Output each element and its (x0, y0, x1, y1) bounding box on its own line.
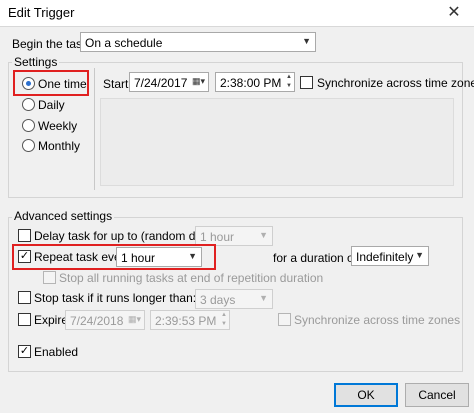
radio-monthly-label: Monthly (38, 139, 81, 153)
radio-one-time-label: One time (38, 77, 87, 91)
stop-running-label: Stop all running tasks at end of repetit… (59, 271, 324, 285)
spinner-up-icon[interactable]: ▲ (284, 73, 294, 82)
stop-longer-checkbox[interactable] (18, 291, 31, 304)
expire-checkbox[interactable] (18, 313, 31, 326)
spinner-down-icon[interactable]: ▼ (284, 82, 294, 91)
repeat-interval-select[interactable]: 1 hour ▼ (116, 247, 202, 267)
advanced-group-label: Advanced settings (12, 209, 115, 223)
duration-select[interactable]: Indefinitely ▼ (351, 246, 429, 266)
expire-time-value: 2:39:53 PM (155, 314, 217, 328)
calendar-icon: ▦▾ (127, 314, 141, 324)
sync-time-zones-label: Synchronize across time zones (317, 76, 474, 90)
chevron-down-icon: ▼ (415, 250, 424, 260)
spinner-down-icon[interactable]: ▼ (219, 320, 229, 329)
cancel-button[interactable]: Cancel (405, 383, 469, 407)
chevron-down-icon: ▼ (259, 293, 268, 303)
chevron-down-icon: ▼ (302, 36, 311, 46)
window-title: Edit Trigger (8, 5, 75, 20)
stop-longer-label: Stop task if it runs longer than: (34, 291, 197, 305)
stop-longer-value: 3 days (200, 293, 236, 307)
chevron-down-icon: ▼ (188, 251, 197, 261)
repeat-checkbox[interactable]: ✓ (18, 250, 31, 263)
radio-daily[interactable] (22, 98, 35, 111)
calendar-icon: ▦▾ (191, 76, 205, 86)
radio-weekly[interactable] (22, 119, 35, 132)
expire-date-value: 7/24/2018 (70, 314, 124, 328)
settings-group-label: Settings (12, 55, 60, 69)
duration-label: for a duration of: (273, 251, 361, 265)
repeat-interval-value: 1 hour (121, 251, 156, 265)
start-label: Start: (103, 77, 132, 91)
start-time-spinner[interactable]: 2:38:00 PM ▲ ▼ (215, 72, 295, 92)
delay-value: 1 hour (200, 230, 235, 244)
radio-weekly-label: Weekly (38, 119, 78, 133)
settings-divider (94, 68, 95, 190)
expire-sync-label: Synchronize across time zones (294, 313, 461, 327)
radio-one-time[interactable] (22, 77, 35, 90)
enabled-label: Enabled (34, 345, 79, 359)
expire-time-spinner[interactable]: 2:39:53 PM ▲ ▼ (150, 310, 230, 330)
enabled-checkbox[interactable]: ✓ (18, 345, 31, 358)
recurrence-panel (100, 98, 454, 186)
start-time-value: 2:38:00 PM (220, 76, 282, 90)
spinner-up-icon[interactable]: ▲ (219, 311, 229, 320)
delay-checkbox[interactable] (18, 229, 31, 242)
delay-select[interactable]: 1 hour ▼ (195, 226, 273, 246)
expire-sync-checkbox[interactable] (278, 313, 291, 326)
chevron-down-icon: ▼ (259, 230, 268, 240)
start-date-picker[interactable]: 7/24/2017 ▦▾ (129, 72, 209, 92)
sync-time-zones-checkbox[interactable] (300, 76, 313, 89)
begin-task-select[interactable]: On a schedule ▼ (80, 32, 316, 52)
ok-button[interactable]: OK (334, 383, 398, 407)
radio-monthly[interactable] (22, 139, 35, 152)
stop-longer-select[interactable]: 3 days ▼ (195, 289, 273, 309)
stop-running-checkbox[interactable] (43, 271, 56, 284)
start-date-value: 7/24/2017 (134, 76, 188, 90)
radio-daily-label: Daily (38, 98, 65, 112)
begin-task-value: On a schedule (85, 36, 163, 50)
expire-date-picker[interactable]: 7/24/2018 ▦▾ (65, 310, 145, 330)
duration-value: Indefinitely (356, 250, 414, 264)
close-icon[interactable]: ✕ (440, 2, 468, 24)
